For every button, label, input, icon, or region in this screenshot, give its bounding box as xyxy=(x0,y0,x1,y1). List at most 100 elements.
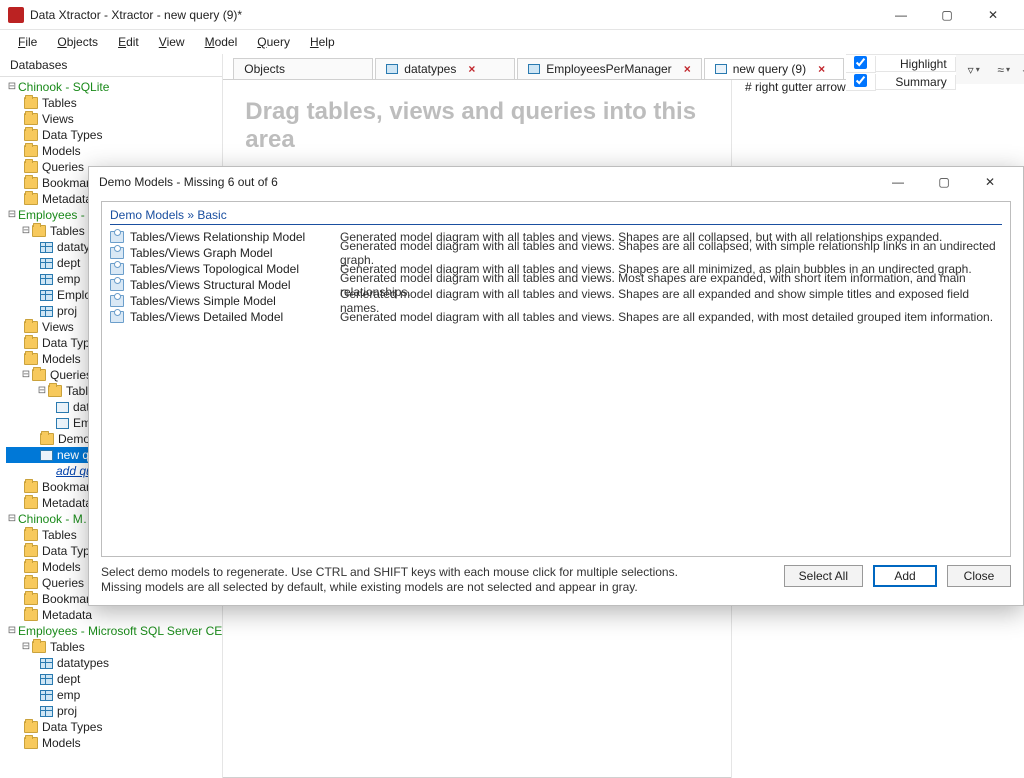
tree-item[interactable]: Metadata xyxy=(42,495,92,511)
tree-item[interactable]: Views xyxy=(42,111,74,127)
tab-objects[interactable]: Objects xyxy=(233,58,373,79)
model-row[interactable]: Tables/Views Simple ModelGenerated model… xyxy=(110,293,1002,309)
tree-item[interactable]: emp xyxy=(57,687,80,703)
folder-icon xyxy=(24,577,38,589)
tree-item[interactable]: Data Types xyxy=(42,719,102,735)
menu-view[interactable]: View xyxy=(151,33,193,51)
select-all-button[interactable]: Select All xyxy=(784,565,863,587)
model-name: Tables/Views Simple Model xyxy=(130,294,340,308)
model-name: Tables/Views Graph Model xyxy=(130,246,340,260)
tree-item[interactable]: dept xyxy=(57,255,80,271)
tab-close-icon[interactable]: × xyxy=(818,62,825,76)
collapse-icon[interactable]: ⊟ xyxy=(20,223,32,239)
summary-checkbox[interactable] xyxy=(854,74,867,87)
menu-model[interactable]: Model xyxy=(197,33,246,51)
tree-item[interactable]: Queries xyxy=(50,367,92,383)
query-icon xyxy=(40,450,53,461)
tab-employees-per-manager[interactable]: EmployeesPerManager× xyxy=(517,58,701,79)
dialog-maximize-button[interactable]: ▢ xyxy=(921,167,967,197)
tab-label: new query (9) xyxy=(733,62,806,76)
tree-item[interactable]: Tables xyxy=(42,95,77,111)
tree-item[interactable]: proj xyxy=(57,703,77,719)
tree-item[interactable]: Tables xyxy=(42,527,77,543)
tree-item[interactable]: Metadata xyxy=(42,607,92,623)
tab-datatypes[interactable]: datatypes × xyxy=(375,58,515,79)
folder-icon xyxy=(24,193,38,205)
model-row[interactable]: Tables/Views Detailed ModelGenerated mod… xyxy=(110,309,1002,325)
tree-item[interactable]: Models xyxy=(42,559,81,575)
collapse-icon[interactable]: ⊟ xyxy=(6,623,18,639)
menu-help[interactable]: Help xyxy=(302,33,343,51)
tree-item[interactable]: Queries xyxy=(42,159,84,175)
tree-item[interactable]: Data Types xyxy=(42,127,102,143)
dialog-titlebar[interactable]: Demo Models - Missing 6 out of 6 — ▢ ✕ xyxy=(89,167,1023,197)
model-name: Tables/Views Topological Model xyxy=(130,262,340,276)
table-icon xyxy=(40,306,53,317)
bottom-toolbar: ▿ ≈ ◂•▸ 💾 ▭ sql ▦ 📈 xyxy=(956,54,1024,84)
folder-icon xyxy=(32,641,46,653)
folder-icon xyxy=(32,225,46,237)
tree-item[interactable]: proj xyxy=(57,303,77,319)
menu-file[interactable]: File xyxy=(10,33,45,51)
tree-item[interactable]: datatypes xyxy=(57,655,109,671)
highlight-checkbox[interactable] xyxy=(854,56,867,69)
collapse-icon[interactable]: ⊟ xyxy=(6,511,18,527)
tree-item[interactable]: emp xyxy=(57,271,80,287)
tree-item[interactable]: Models xyxy=(42,351,81,367)
folder-icon xyxy=(24,337,38,349)
window-titlebar: Data Xtractor - Xtractor - new query (9)… xyxy=(0,0,1024,30)
collapse-icon[interactable]: ⊟ xyxy=(20,367,32,383)
tree-item[interactable]: dept xyxy=(57,671,80,687)
close-button[interactable]: Close xyxy=(947,565,1011,587)
table-icon xyxy=(528,64,540,74)
query-icon xyxy=(56,402,69,413)
dialog-close-button[interactable]: ✕ xyxy=(967,167,1013,197)
folder-icon xyxy=(24,721,38,733)
app-icon xyxy=(8,7,24,23)
add-button[interactable]: Add xyxy=(873,565,937,587)
dialog-minimize-button[interactable]: — xyxy=(875,167,921,197)
folder-icon xyxy=(24,129,38,141)
tab-close-icon[interactable]: × xyxy=(684,62,691,76)
demo-models-dialog: Demo Models - Missing 6 out of 6 — ▢ ✕ D… xyxy=(88,166,1024,606)
folder-icon xyxy=(32,369,46,381)
menubar: File Objects Edit View Model Query Help xyxy=(0,30,1024,54)
menu-objects[interactable]: Objects xyxy=(49,33,106,51)
collapse-icon[interactable]: ⊟ xyxy=(20,639,32,655)
menu-edit[interactable]: Edit xyxy=(110,33,147,51)
model-row[interactable]: Tables/Views Graph ModelGenerated model … xyxy=(110,245,1002,261)
tab-close-icon[interactable]: × xyxy=(468,62,475,76)
collapse-icon[interactable]: ⊟ xyxy=(6,207,18,223)
model-name: Tables/Views Structural Model xyxy=(130,278,340,292)
window-minimize-button[interactable]: — xyxy=(878,0,924,30)
tree-item[interactable]: Tables xyxy=(50,223,85,239)
folder-icon xyxy=(48,385,62,397)
model-desc: Generated model diagram with all tables … xyxy=(340,310,1002,324)
db-node-chinook-m[interactable]: Chinook - M… xyxy=(18,511,95,527)
tab-label: datatypes xyxy=(404,62,456,76)
table-icon xyxy=(40,290,53,301)
models-listbox[interactable]: Demo Models » Basic Tables/Views Relatio… xyxy=(101,201,1011,557)
menu-query[interactable]: Query xyxy=(249,33,298,51)
window-close-button[interactable]: ✕ xyxy=(970,0,1016,30)
filter-icon[interactable]: ▿ xyxy=(964,60,984,80)
approx-icon[interactable]: ≈ xyxy=(994,60,1014,80)
tree-item[interactable]: Queries xyxy=(42,575,84,591)
tree-item[interactable]: Metadata xyxy=(42,191,92,207)
tree-item[interactable]: Models xyxy=(42,735,81,751)
model-name: Tables/Views Relationship Model xyxy=(130,230,340,244)
table-icon xyxy=(40,242,53,253)
folder-icon xyxy=(24,593,38,605)
folder-icon xyxy=(24,321,38,333)
collapse-icon[interactable]: ⊟ xyxy=(6,79,18,95)
collapse-icon[interactable]: ⊟ xyxy=(36,383,48,399)
window-maximize-button[interactable]: ▢ xyxy=(924,0,970,30)
db-node-employees-msce[interactable]: Employees - Microsoft SQL Server CE xyxy=(18,623,222,639)
tab-new-query-9[interactable]: new query (9) × xyxy=(704,58,844,79)
tree-item[interactable]: Models xyxy=(42,143,81,159)
dialog-breadcrumb: Demo Models » Basic xyxy=(110,208,1002,227)
tree-item[interactable]: Views xyxy=(42,319,74,335)
db-node-chinook-sqlite[interactable]: Chinook - SQLite xyxy=(18,79,109,95)
folder-icon xyxy=(24,609,38,621)
tree-item[interactable]: Tables xyxy=(50,639,85,655)
